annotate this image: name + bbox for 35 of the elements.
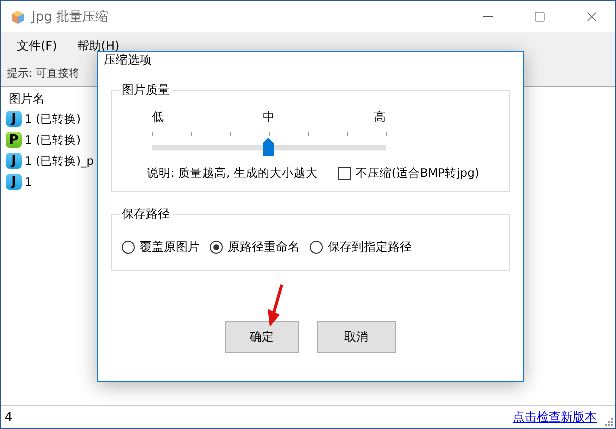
group-title: 保存路径: [121, 206, 171, 223]
slider-thumb[interactable]: [263, 138, 274, 156]
slider-label: 低: [152, 109, 164, 126]
menu-item[interactable]: 帮助(H): [69, 32, 128, 55]
hint-text: 提示: 可直接将: [7, 66, 80, 80]
file-count: 4: [5, 410, 13, 424]
radio-button[interactable]: [210, 241, 223, 254]
minimize-icon: [483, 16, 493, 18]
radio-label[interactable]: 保存到指定路径: [328, 239, 412, 256]
menu-item[interactable]: 文件(F): [9, 32, 66, 55]
radio-label[interactable]: 原路径重命名: [228, 239, 300, 256]
maximize-icon: [534, 10, 546, 22]
file-type-badge: J: [6, 153, 22, 169]
radio-button[interactable]: [310, 241, 323, 254]
resize-grip[interactable]: [605, 418, 613, 426]
checkbox-box[interactable]: [338, 167, 351, 180]
file-type-badge: P: [6, 132, 22, 148]
file-name[interactable]: 1 (已转换): [25, 112, 81, 126]
app-icon: [10, 8, 26, 24]
dialog-title: 压缩选项: [104, 52, 153, 69]
update-link[interactable]: 点击检查新版本: [513, 408, 597, 426]
file-name[interactable]: 1: [25, 175, 32, 189]
window-title: Jpg 批量压缩: [32, 8, 110, 26]
file-name[interactable]: 1 (已转换)_p: [25, 154, 94, 168]
file-name[interactable]: 1 (已转换): [25, 132, 81, 148]
radio-label[interactable]: 覆盖原图片: [140, 239, 200, 256]
note-text: 说明: 质量越高, 生成的大小越大: [147, 166, 318, 181]
file-type-badge: J: [6, 111, 22, 127]
radio-button[interactable]: [122, 241, 135, 254]
group-title: 图片质量: [121, 82, 171, 99]
ok-button[interactable]: 确定: [225, 321, 299, 353]
file-type-badge: J: [6, 174, 22, 190]
slider-label: 中: [263, 109, 275, 126]
slider-label: 高: [374, 109, 386, 126]
cancel-button[interactable]: 取消: [317, 321, 396, 353]
